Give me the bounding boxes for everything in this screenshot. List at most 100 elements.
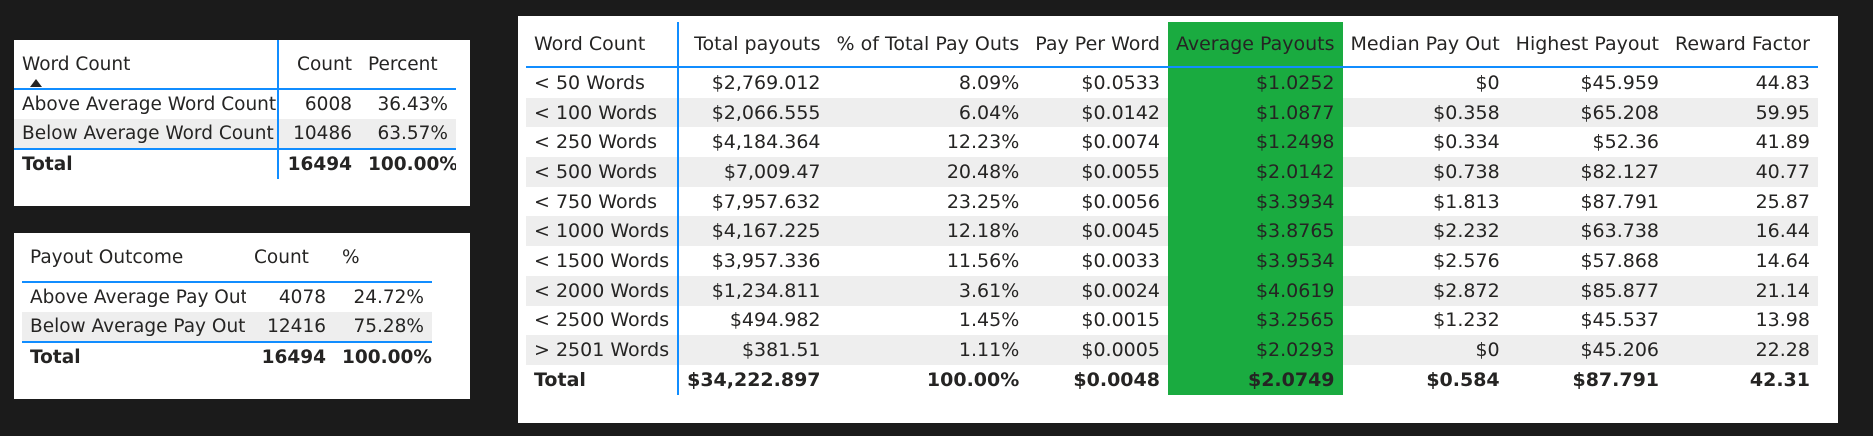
word-count-range: < 100 Words xyxy=(526,97,680,128)
average-payout-cell: $3.2565 xyxy=(1167,305,1343,336)
column-header-percent-total-payouts[interactable]: % of Total Pay Outs xyxy=(828,22,1028,68)
table-header-row: Word Count Count Percent xyxy=(14,40,456,90)
payouts-by-word-count-panel: Word Count Total payouts % of Total Pay … xyxy=(518,16,1838,423)
median-payout-cell: $2.576 xyxy=(1433,249,1500,272)
table-row: < 2500 Words $494.982 1.45% $0.0015 $3.2565 $… xyxy=(526,305,1818,336)
percent-total-cell: 20.48% xyxy=(828,157,1028,187)
column-header-percent[interactable]: Percent xyxy=(360,40,456,90)
row-label: Below Average Word Count xyxy=(14,119,279,149)
average-payout-cell: $3.3934 xyxy=(1167,186,1343,217)
highest-payout-cell: $45.206 xyxy=(1507,335,1668,365)
table-row: < 1500 Words $3,957.336 11.56% $0.0033 $3.95… xyxy=(526,246,1818,276)
word-count-range: < 2500 Words xyxy=(526,305,680,336)
payout-outcome-summary-panel: Payout Outcome Count % Above Average Pay… xyxy=(14,233,470,399)
reward-factor-cell: 22.28 xyxy=(1667,335,1818,365)
column-header-median-pay-out[interactable]: Median Pay Out xyxy=(1342,22,1508,68)
reward-factor-cell: 21.14 xyxy=(1667,275,1818,306)
column-header-count[interactable]: Count xyxy=(246,233,334,283)
percent-total-cell: 3.61% xyxy=(828,275,1028,306)
pay-per-word-cell: $0.0142 xyxy=(1027,97,1168,128)
average-payout-cell: $1.0252 xyxy=(1167,67,1343,98)
reward-factor-cell: 59.95 xyxy=(1667,97,1818,128)
median-payout-cell: $0.584 xyxy=(1426,368,1500,391)
average-payout-cell: $1.2498 xyxy=(1167,127,1343,158)
pay-per-word-cell: $0.0045 xyxy=(1027,216,1168,247)
reward-factor-cell: 40.77 xyxy=(1667,157,1818,187)
column-header-highest-payout[interactable]: Highest Payout xyxy=(1507,22,1668,68)
median-payout-cell: $0.738 xyxy=(1342,157,1508,187)
highest-payout-cell: $87.791 xyxy=(1572,368,1660,391)
table-row: < 250 Words $4,184.364 12.23% $0.0074 $1.249… xyxy=(526,127,1818,158)
column-header-payout-outcome[interactable]: Payout Outcome xyxy=(22,233,246,283)
table-row: > 2501 Words $381.51 1.11% $0.0005 $2.0293 $0… xyxy=(526,335,1818,365)
reward-factor-cell: 41.89 xyxy=(1755,131,1810,154)
count-cell: 4078 xyxy=(278,287,326,308)
total-payouts-cell: $4,184.364 xyxy=(711,131,821,154)
percent-cell: 75.28% xyxy=(334,312,432,342)
table-total-row: Total $34,222.897 100.00% $0.0048 $2.0749 $0.… xyxy=(526,364,1818,395)
table-header-row: Payout Outcome Count % xyxy=(22,233,432,283)
table-row: < 2000 Words $1,234.811 3.61% $0.0024 $4.061… xyxy=(526,275,1818,306)
column-header-reward-factor[interactable]: Reward Factor xyxy=(1667,22,1818,68)
pay-per-word-cell: $0.0005 xyxy=(1027,335,1168,365)
percent-total-cell: 1.45% xyxy=(958,309,1020,332)
median-payout-cell: $0 xyxy=(1342,335,1508,365)
percent-total-cell: 12.23% xyxy=(946,131,1020,154)
average-payout-cell: $1.0877 xyxy=(1167,97,1343,128)
count-cell: 10486 xyxy=(278,119,360,149)
total-count: 16494 xyxy=(246,341,334,372)
total-label: Total xyxy=(22,341,246,372)
table-total-row: Total 16494 100.00% xyxy=(22,341,432,372)
percent-total-cell: 23.25% xyxy=(946,190,1020,213)
word-count-range: < 250 Words xyxy=(526,127,680,158)
total-percent: 100.00% xyxy=(334,341,432,372)
table-row: < 100 Words $2,066.555 6.04% $0.0142 $1.0877… xyxy=(526,97,1818,128)
word-count-range: < 2000 Words xyxy=(526,275,680,306)
median-payout-cell: $2.232 xyxy=(1342,216,1508,247)
reward-factor-cell: 14.64 xyxy=(1755,249,1810,272)
highest-payout-cell: $45.959 xyxy=(1580,71,1660,94)
table-row: < 750 Words $7,957.632 23.25% $0.0056 $3.393… xyxy=(526,186,1818,217)
table-row: < 500 Words $7,009.47 20.48% $0.0055 $2.0142… xyxy=(526,157,1818,187)
total-payouts-cell: $2,769.012 xyxy=(711,71,821,94)
highest-payout-cell: $45.537 xyxy=(1580,309,1660,332)
column-header-word-count[interactable]: Word Count xyxy=(14,40,279,90)
row-label: Below Average Pay Out xyxy=(22,312,246,342)
total-payouts-cell: $3,957.336 xyxy=(711,249,821,272)
word-count-range: < 1500 Words xyxy=(526,246,680,276)
column-header-total-payouts[interactable]: Total payouts xyxy=(678,22,829,68)
row-label: Above Average Word Count xyxy=(14,89,279,119)
table-row: Below Average Pay Out 12416 75.28% xyxy=(22,312,432,342)
word-count-range: < 50 Words xyxy=(526,67,680,98)
total-payouts-cell: $7,957.632 xyxy=(711,190,821,213)
pay-per-word-cell: $0.0015 xyxy=(1081,309,1160,332)
table-row: < 1000 Words $4,167.225 12.18% $0.0045 $3.87… xyxy=(526,216,1818,247)
reward-factor-cell: 42.31 xyxy=(1749,368,1810,391)
column-header-average-payouts[interactable]: Average Payouts xyxy=(1167,22,1343,68)
highest-payout-cell: $63.738 xyxy=(1507,216,1668,247)
percent-cell: 24.72% xyxy=(353,287,424,308)
table-row: < 50 Words $2,769.012 8.09% $0.0533 $1.0252 $… xyxy=(526,67,1818,98)
median-payout-cell: $0.358 xyxy=(1342,97,1508,128)
average-payout-cell: $2.0142 xyxy=(1167,157,1343,187)
column-header-pay-per-word[interactable]: Pay Per Word xyxy=(1027,22,1168,68)
total-payouts-cell: $494.982 xyxy=(729,309,821,332)
total-payouts-cell: $2,066.555 xyxy=(678,97,829,128)
pay-per-word-cell: $0.0055 xyxy=(1027,157,1168,187)
average-payout-cell: $3.8765 xyxy=(1167,216,1343,247)
column-header-word-count[interactable]: Word Count xyxy=(526,22,680,68)
median-payout-cell: $0.334 xyxy=(1433,131,1500,154)
highest-payout-cell: $52.36 xyxy=(1592,131,1660,154)
total-count: 16494 xyxy=(278,148,360,179)
column-header-count[interactable]: Count xyxy=(278,40,360,90)
total-payouts-cell: $7,009.47 xyxy=(678,157,829,187)
average-payout-cell: $4.0619 xyxy=(1167,275,1343,306)
average-payout-cell: $2.0749 xyxy=(1167,364,1343,395)
column-header-percent[interactable]: % xyxy=(334,233,432,283)
total-label: Total xyxy=(14,148,279,179)
sort-ascending-icon[interactable] xyxy=(30,79,42,87)
pay-per-word-cell: $0.0074 xyxy=(1081,131,1160,154)
payout-outcome-summary-table: Payout Outcome Count % Above Average Pay… xyxy=(22,233,432,372)
percent-total-cell: 100.00% xyxy=(926,368,1020,391)
reward-factor-cell: 44.83 xyxy=(1755,71,1810,94)
